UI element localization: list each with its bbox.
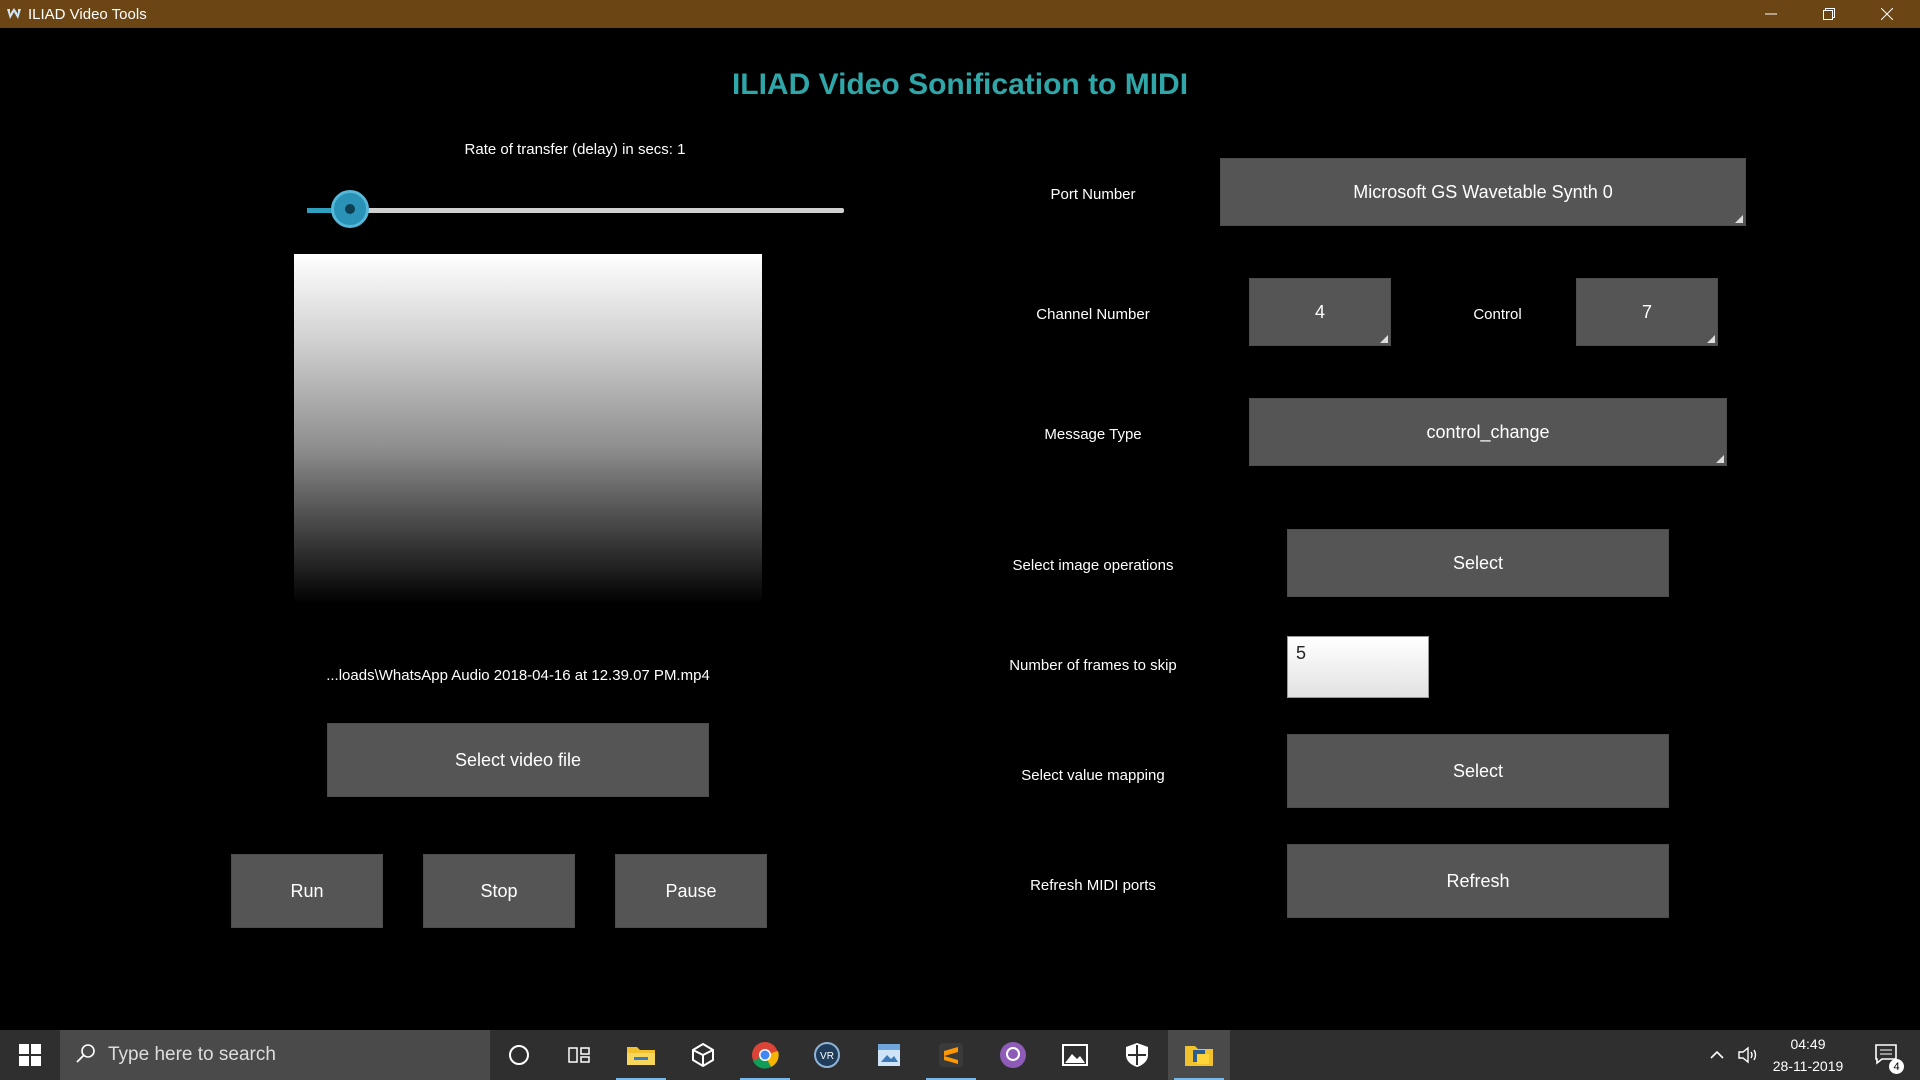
search-placeholder: Type here to search <box>108 1044 276 1065</box>
port-number-dropdown[interactable]: Microsoft GS Wavetable Synth 0 <box>1220 158 1746 226</box>
svg-text:VR: VR <box>820 1051 834 1062</box>
refresh-midi-ports-button[interactable]: Refresh <box>1287 844 1669 918</box>
control-label: Control <box>1473 306 1522 323</box>
value-mapping-label: Select value mapping <box>1021 767 1165 784</box>
clock-date[interactable]: 28-11-2019 <box>1766 1058 1850 1074</box>
minimize-icon[interactable] <box>1742 0 1800 28</box>
frames-to-skip-input[interactable]: 5 <box>1287 636 1429 698</box>
photos-icon[interactable] <box>1044 1030 1106 1080</box>
unity-icon[interactable] <box>672 1030 734 1080</box>
task-view-icon[interactable] <box>548 1030 610 1080</box>
delay-slider-handle[interactable] <box>330 190 369 228</box>
file-explorer-icon[interactable] <box>610 1030 672 1080</box>
search-icon <box>76 1043 96 1068</box>
delay-slider-track[interactable] <box>307 208 844 213</box>
notifications-icon[interactable]: 4 <box>1864 1030 1910 1080</box>
refresh-midi-ports-label: Refresh MIDI ports <box>1030 877 1156 894</box>
message-type-label: Message Type <box>1044 426 1142 443</box>
message-type-dropdown[interactable]: control_change <box>1249 398 1727 466</box>
windows-start-icon[interactable] <box>0 1030 60 1080</box>
taskbar-search-box[interactable]: Type here to search <box>60 1030 490 1080</box>
select-value-mapping-button[interactable]: Select <box>1287 734 1669 808</box>
app-logo-icon <box>6 6 22 22</box>
app-heading: ILIAD Video Sonification to MIDI <box>731 68 1189 101</box>
channel-number-dropdown[interactable]: 4 <box>1249 278 1391 346</box>
clock-time[interactable]: 04:49 <box>1766 1036 1850 1052</box>
port-number-label: Port Number <box>1050 186 1136 203</box>
sublime-text-icon[interactable] <box>920 1030 982 1080</box>
video-preview <box>294 254 762 604</box>
cortana-icon[interactable] <box>490 1030 548 1080</box>
channel-number-label: Channel Number <box>1036 306 1150 323</box>
frames-to-skip-label: Number of frames to skip <box>1009 657 1177 674</box>
chrome-icon[interactable] <box>734 1030 796 1080</box>
python-app-icon[interactable] <box>1168 1030 1230 1080</box>
window-titlebar: ILIAD Video Tools <box>0 0 1920 28</box>
delay-rate-label: Rate of transfer (delay) in secs: 1 <box>464 141 686 158</box>
volume-icon[interactable] <box>1734 1030 1764 1080</box>
security-icon[interactable] <box>1106 1030 1168 1080</box>
taskbar: Type here to search VR 04:49 28-11-2019 … <box>0 1030 1920 1080</box>
github-icon[interactable] <box>982 1030 1044 1080</box>
window-title: ILIAD Video Tools <box>28 5 147 23</box>
notification-count-badge: 4 <box>1889 1059 1904 1074</box>
restore-icon[interactable] <box>1800 0 1858 28</box>
vr-icon[interactable]: VR <box>796 1030 858 1080</box>
select-image-operations-button[interactable]: Select <box>1287 529 1669 597</box>
select-video-file-button[interactable]: Select video file <box>327 723 709 797</box>
run-button[interactable]: Run <box>231 854 383 928</box>
control-dropdown[interactable]: 7 <box>1576 278 1718 346</box>
close-icon[interactable] <box>1858 0 1916 28</box>
image-operations-label: Select image operations <box>1012 557 1174 574</box>
image-viewer-icon[interactable] <box>858 1030 920 1080</box>
selected-file-path: ...loads\WhatsApp Audio 2018-04-16 at 12… <box>326 667 710 684</box>
show-hidden-icons-chevron-icon[interactable] <box>1704 1030 1730 1080</box>
pause-button[interactable]: Pause <box>615 854 767 928</box>
stop-button[interactable]: Stop <box>423 854 575 928</box>
